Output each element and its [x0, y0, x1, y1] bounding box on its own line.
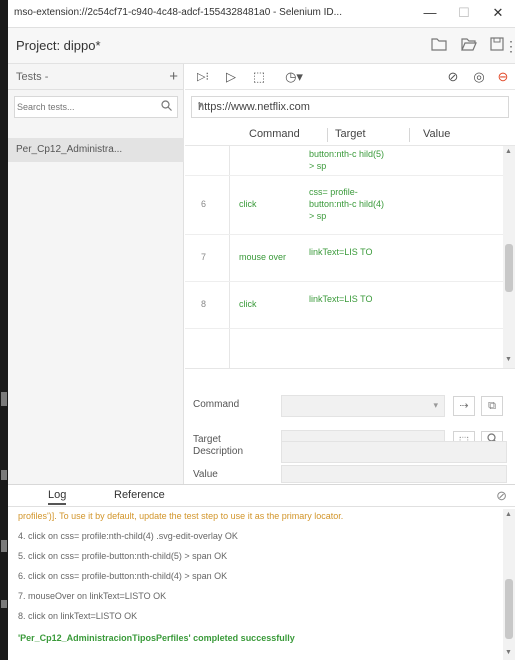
- row-command: click: [239, 299, 257, 309]
- project-title: Project: dippo*: [16, 38, 101, 53]
- search-tests-field[interactable]: [14, 96, 178, 118]
- row-index: 6: [201, 199, 207, 209]
- commands-table: Command Target Value button:nth-c hild(5…: [185, 124, 515, 368]
- row-command: mouse over: [239, 252, 287, 262]
- log-line: 5. click on css= profile-button:nth-chil…: [18, 551, 228, 561]
- search-icon: [161, 100, 172, 114]
- command-input[interactable]: ▾: [281, 395, 445, 417]
- tests-dropdown[interactable]: Tests -: [16, 71, 48, 83]
- chevron-down-icon[interactable]: ▾: [198, 100, 502, 111]
- disable-breakpoints-button[interactable]: ⊘: [443, 68, 463, 86]
- open-folder-icon[interactable]: [458, 35, 480, 57]
- log-scrollbar[interactable]: ▲ ▼: [503, 509, 515, 660]
- row-target: button:nth-c hild(5) > sp: [309, 149, 385, 171]
- value-label: Value: [193, 469, 218, 480]
- log-line: 7. mouseOver on linkText=LISTO OK: [18, 591, 167, 601]
- column-divider: [327, 128, 328, 142]
- command-label: Command: [193, 399, 240, 410]
- maximize-button[interactable]: ☐: [452, 4, 476, 22]
- run-all-tests-button[interactable]: ▷⁝: [191, 68, 215, 86]
- scroll-down-icon[interactable]: ▼: [505, 356, 512, 363]
- table-row[interactable]: 6 click css= profile-button:nth-c hild(4…: [185, 177, 503, 235]
- description-label: Description: [193, 446, 244, 457]
- tests-header: Tests - +: [8, 64, 184, 90]
- row-target: css= profile-button:nth-c hild(4) > sp: [309, 187, 385, 221]
- title-bar: mso-extension://2c54cf71-c940-4c48-adcf-…: [8, 0, 515, 28]
- table-rows: button:nth-c hild(5) > sp 6 click css= p…: [185, 146, 503, 368]
- table-row[interactable]: 8 click linkText=LIS TO: [185, 283, 503, 329]
- row-index: 7: [201, 252, 207, 262]
- row-target: linkText=LIS TO: [309, 294, 373, 304]
- scroll-down-icon[interactable]: ▼: [505, 649, 512, 656]
- selenium-ide-window: mso-extension://2c54cf71-c940-4c48-adcf-…: [8, 0, 515, 660]
- table-row[interactable]: 7 mouse over linkText=LIS TO: [185, 236, 503, 282]
- test-speed-button[interactable]: ◷▾: [279, 68, 309, 86]
- search-tests-input[interactable]: [17, 99, 155, 115]
- scrollbar-thumb[interactable]: [505, 579, 513, 639]
- background-window-mark: [1, 470, 7, 480]
- background-window-mark: [1, 600, 7, 608]
- add-test-button[interactable]: +: [169, 68, 178, 85]
- toggle-select-icon[interactable]: ⇢: [453, 396, 475, 416]
- log-success-line: 'Per_Cp12_AdministracionTiposPerfiles' c…: [18, 633, 295, 643]
- step-over-button[interactable]: ⬚: [249, 68, 269, 86]
- record-button[interactable]: ⊖: [493, 68, 513, 86]
- background-window-mark: [1, 540, 7, 552]
- close-button[interactable]: ✕: [486, 4, 510, 22]
- tests-sidebar: Tests - + Per_Cp12_Administra...: [8, 64, 184, 484]
- project-bar: Project: dippo* ⋮: [8, 28, 515, 64]
- clear-log-icon[interactable]: ⊘: [496, 488, 507, 504]
- log-line: 8. click on linkText=LISTO OK: [18, 611, 138, 621]
- test-name: Per_Cp12_Administra...: [16, 144, 123, 155]
- run-toolbar: ▷⁝ ▷ ⬚ ◷▾ ⊘ ◎ ⊖: [185, 64, 515, 90]
- window-title: mso-extension://2c54cf71-c940-4c48-adcf-…: [14, 7, 342, 18]
- target-label: Target: [193, 434, 221, 445]
- log-warning-line: profiles')]. To use it by default, updat…: [18, 511, 344, 521]
- column-header-command: Command: [249, 128, 300, 140]
- row-index: 8: [201, 299, 207, 309]
- background-window-mark: [1, 392, 7, 406]
- table-header: Command Target Value: [185, 124, 515, 146]
- row-command: click: [239, 199, 257, 209]
- scroll-up-icon[interactable]: ▲: [505, 148, 512, 155]
- base-url-field[interactable]: https://www.netflix.com ▾: [191, 96, 509, 118]
- column-header-target: Target: [335, 128, 366, 140]
- column-header-value: Value: [423, 128, 451, 140]
- tab-reference[interactable]: Reference: [114, 489, 165, 501]
- minimize-button[interactable]: —: [418, 4, 442, 22]
- tab-log[interactable]: Log: [48, 489, 67, 505]
- log-panel: Log Reference ⊘ profiles')]. To use it b…: [8, 484, 515, 660]
- editor-panel: ▷⁝ ▷ ⬚ ◷▾ ⊘ ◎ ⊖ https://www.netflix.com …: [185, 64, 515, 484]
- run-current-test-button[interactable]: ▷: [221, 68, 241, 86]
- background-window-edge: [0, 0, 8, 660]
- value-input[interactable]: [281, 465, 507, 483]
- description-input[interactable]: [281, 441, 507, 463]
- column-divider: [409, 128, 410, 142]
- test-list-item[interactable]: Per_Cp12_Administra...: [8, 138, 184, 162]
- scrollbar-thumb[interactable]: [505, 244, 513, 292]
- log-line: 6. click on css= profile-button:nth-chil…: [18, 571, 228, 581]
- table-scrollbar[interactable]: ▲ ▼: [503, 146, 515, 368]
- log-tabs: Log Reference ⊘: [8, 485, 515, 507]
- scroll-up-icon[interactable]: ▲: [505, 511, 512, 518]
- table-row[interactable]: button:nth-c hild(5) > sp: [185, 146, 503, 176]
- chevron-down-icon[interactable]: ▾: [433, 400, 438, 411]
- log-output: profiles')]. To use it by default, updat…: [8, 509, 503, 660]
- more-options-icon[interactable]: ⋮: [504, 35, 515, 57]
- new-folder-icon[interactable]: [428, 35, 450, 57]
- row-target: linkText=LIS TO: [309, 247, 373, 257]
- open-docs-icon[interactable]: ⧉: [481, 396, 503, 416]
- pause-on-exceptions-button[interactable]: ◎: [469, 68, 489, 86]
- command-editor: Command ▾ ⇢ ⧉ Target ⬚ Value: [185, 368, 515, 484]
- log-line: 4. click on css= profile:nth-child(4) .s…: [18, 531, 238, 541]
